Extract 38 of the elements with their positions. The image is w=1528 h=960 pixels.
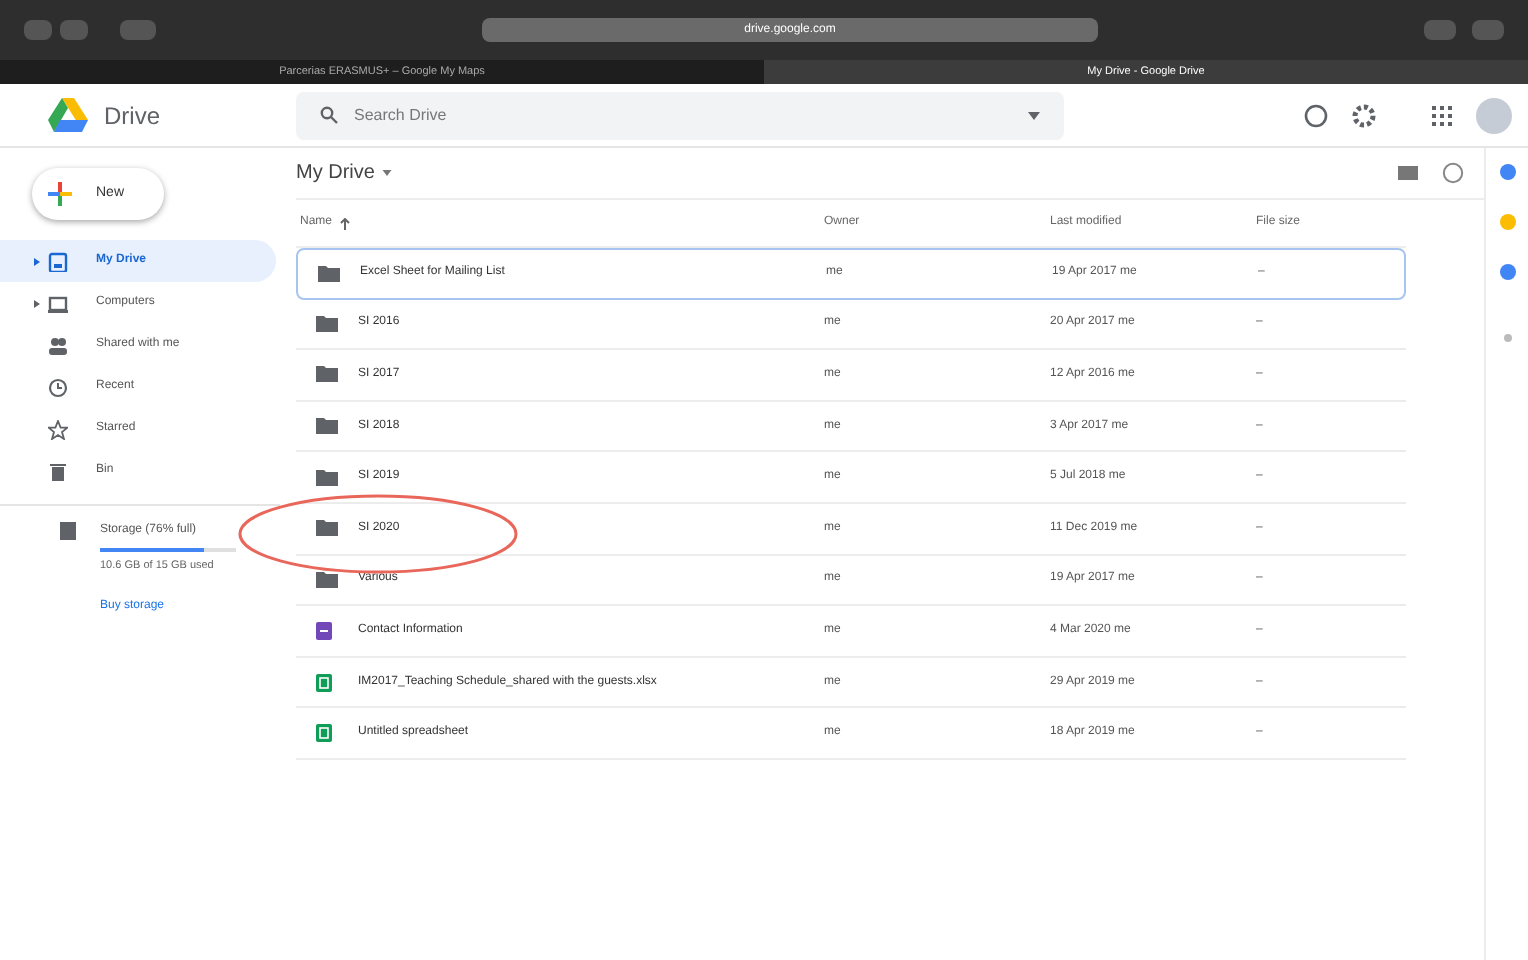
people-icon xyxy=(48,335,68,355)
apps-grid-icon[interactable] xyxy=(1432,105,1452,125)
info-icon[interactable] xyxy=(1442,162,1464,184)
folder-icon xyxy=(316,315,338,332)
caret-icon xyxy=(382,170,393,176)
breadcrumb[interactable]: My Drive xyxy=(296,158,375,188)
sort-arrow-icon[interactable] xyxy=(340,217,351,229)
drive-logo-icon xyxy=(48,98,88,132)
spreadsheet-icon xyxy=(316,724,332,743)
back-button[interactable] xyxy=(24,20,52,40)
star-icon xyxy=(48,419,68,439)
expand-arrow-icon[interactable] xyxy=(34,299,40,307)
tabs-button[interactable] xyxy=(1472,20,1504,40)
bin-icon xyxy=(48,461,68,481)
plus-icon xyxy=(48,182,72,206)
spreadsheet-icon xyxy=(316,673,332,692)
folder-icon xyxy=(316,366,338,383)
search-icon xyxy=(320,106,338,124)
folder-icon xyxy=(316,571,338,588)
sidebar-toggle-button[interactable] xyxy=(120,20,156,40)
expand-arrow-icon[interactable] xyxy=(34,257,40,265)
drive-icon xyxy=(48,251,68,271)
caret-icon xyxy=(1028,111,1040,119)
forward-button[interactable] xyxy=(60,20,88,40)
help-icon[interactable] xyxy=(1304,103,1328,127)
form-icon xyxy=(316,621,332,640)
computer-icon xyxy=(48,293,68,313)
folder-icon xyxy=(316,418,338,435)
share-button[interactable] xyxy=(1424,20,1456,40)
search-bar[interactable]: Search Drive xyxy=(296,91,1064,139)
search-field[interactable]: Search Drive xyxy=(354,103,1012,127)
clock-icon xyxy=(48,377,68,397)
folder-icon xyxy=(318,265,340,282)
folder-icon xyxy=(316,520,338,537)
app-name: Drive xyxy=(104,99,161,133)
folder-icon xyxy=(316,469,338,486)
settings-icon[interactable] xyxy=(1352,103,1376,127)
storage-icon xyxy=(60,522,76,540)
